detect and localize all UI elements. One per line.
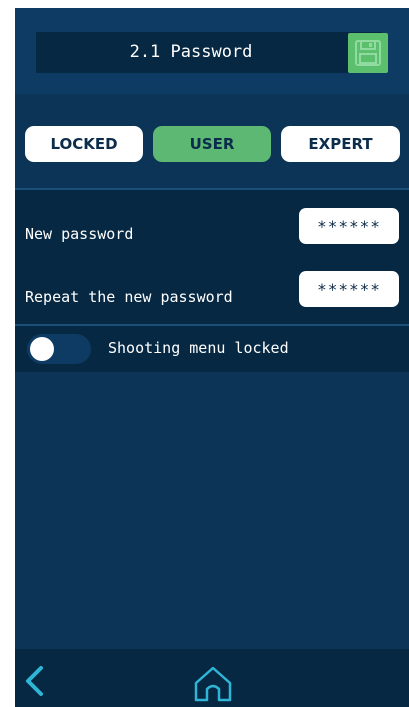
shooting-menu-toggle[interactable] <box>27 334 91 364</box>
back-button[interactable] <box>23 665 47 697</box>
mode-user-button[interactable]: USER <box>153 126 271 162</box>
password-section: New password ****** Repeat the new passw… <box>15 190 409 326</box>
home-button[interactable] <box>191 663 235 703</box>
new-password-label: New password <box>25 225 134 243</box>
shooting-menu-row: Shooting menu locked <box>15 326 409 372</box>
repeat-password-field[interactable]: ****** <box>299 271 399 307</box>
page-title: 2.1 Password <box>129 42 253 62</box>
home-icon <box>194 666 232 702</box>
shooting-menu-label: Shooting menu locked <box>108 339 289 357</box>
save-button[interactable] <box>348 33 388 73</box>
repeat-password-label: Repeat the new password <box>25 288 233 306</box>
toggle-knob <box>30 337 54 361</box>
screen: 2.1 Password LOCKED USER EXPERT New pass… <box>15 8 409 707</box>
chevron-left-icon <box>26 666 43 696</box>
header: 2.1 Password <box>15 8 409 94</box>
title-bar: 2.1 Password <box>36 32 382 73</box>
footer <box>15 649 409 707</box>
mode-expert-button[interactable]: EXPERT <box>281 126 400 162</box>
floppy-disk-icon <box>355 40 381 66</box>
mode-locked-button[interactable]: LOCKED <box>25 126 143 162</box>
new-password-field[interactable]: ****** <box>299 208 399 244</box>
